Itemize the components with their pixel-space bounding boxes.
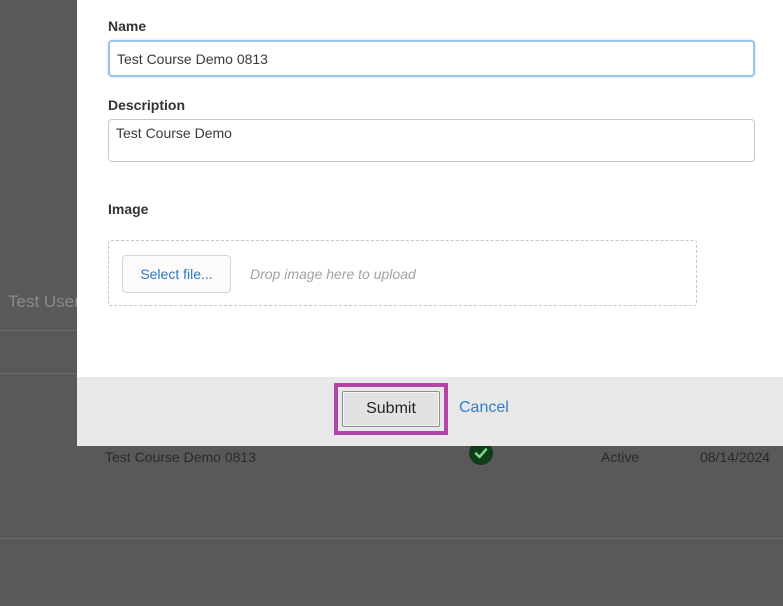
description-label: Description bbox=[108, 97, 186, 113]
image-dropzone[interactable]: Select file... Drop image here to upload bbox=[108, 240, 697, 306]
cancel-link[interactable]: Cancel bbox=[459, 399, 509, 417]
course-name-cell: Test Course Demo 0813 bbox=[105, 449, 256, 465]
modal-footer: Submit Cancel bbox=[77, 377, 783, 446]
image-label: Image bbox=[108, 201, 149, 217]
select-file-button[interactable]: Select file... bbox=[122, 255, 231, 293]
submit-button[interactable]: Submit bbox=[342, 391, 440, 427]
description-input[interactable]: Test Course Demo bbox=[108, 119, 755, 162]
background-user-name: Test User bbox=[8, 292, 80, 311]
drop-hint: Drop image here to upload bbox=[250, 266, 416, 282]
status-cell: Active bbox=[601, 449, 640, 465]
divider bbox=[0, 538, 783, 539]
date-cell: 08/14/2024 bbox=[700, 449, 771, 465]
submit-highlight: Submit bbox=[334, 383, 448, 435]
edit-course-modal: Name Test Course Demo 0813 Description T… bbox=[77, 0, 783, 446]
name-label: Name bbox=[108, 18, 147, 34]
name-input[interactable]: Test Course Demo 0813 bbox=[108, 40, 755, 77]
